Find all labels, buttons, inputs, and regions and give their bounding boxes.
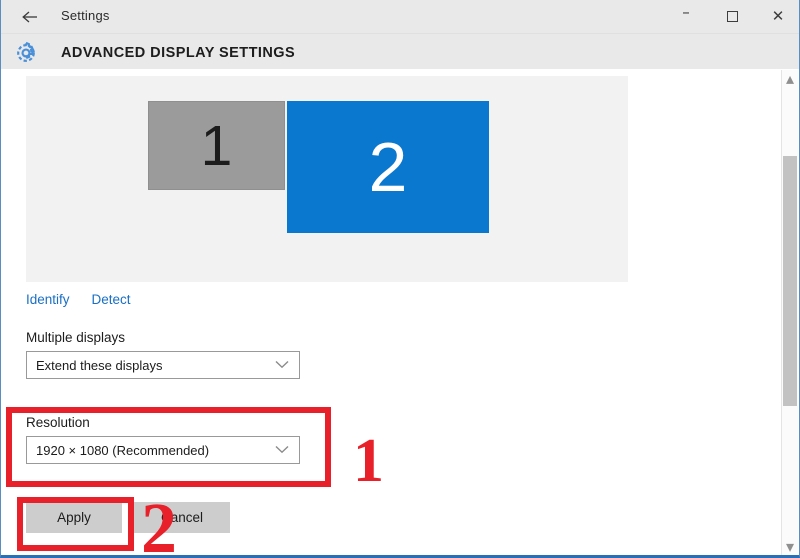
monitor-number-1: 1 — [201, 113, 233, 179]
maximize-button[interactable] — [709, 0, 755, 33]
scroll-down-arrow-icon[interactable]: ▾ — [782, 538, 798, 555]
display-arrangement-panel[interactable]: 1 2 — [26, 76, 628, 282]
close-icon: ✕ — [772, 9, 785, 24]
cancel-button[interactable]: Cancel — [134, 502, 230, 533]
back-arrow-icon — [20, 9, 40, 25]
resolution-value: 1920 × 1080 (Recommended) — [27, 443, 209, 458]
chevron-down-icon — [275, 356, 289, 374]
monitor-tile-1[interactable]: 1 — [148, 101, 285, 190]
window-title: Settings — [61, 8, 110, 23]
maximize-icon — [727, 11, 738, 22]
settings-window: Settings – ✕ ADVANCED DISPLAY SETTINGS — [0, 0, 800, 558]
multiple-displays-field: Multiple displays Extend these displays — [26, 330, 300, 379]
identify-link[interactable]: Identify — [26, 292, 70, 307]
page-title: ADVANCED DISPLAY SETTINGS — [61, 45, 295, 61]
close-button[interactable]: ✕ — [755, 0, 800, 33]
resolution-dropdown[interactable]: 1920 × 1080 (Recommended) — [26, 436, 300, 464]
multiple-displays-label: Multiple displays — [26, 330, 300, 345]
scrollbar-thumb[interactable] — [783, 156, 797, 406]
chevron-down-icon — [275, 441, 289, 459]
monitor-number-2: 2 — [369, 127, 408, 207]
resolution-field: Resolution 1920 × 1080 (Recommended) — [26, 415, 300, 464]
window-caption-buttons: – ✕ — [663, 0, 800, 33]
back-button[interactable] — [9, 2, 51, 32]
minimize-icon: – — [682, 5, 690, 20]
scroll-up-arrow-icon[interactable]: ▴ — [782, 70, 798, 87]
vertical-scrollbar[interactable]: ▴ ▾ — [781, 70, 798, 555]
gear-icon — [13, 40, 39, 66]
minimize-button[interactable]: – — [663, 0, 709, 33]
title-bar: Settings – ✕ — [1, 0, 800, 34]
multiple-displays-value: Extend these displays — [27, 358, 162, 373]
settings-content: 1 2 Identify Detect Multiple displays Ex… — [1, 70, 785, 555]
monitor-tile-2[interactable]: 2 — [287, 101, 489, 233]
page-header: ADVANCED DISPLAY SETTINGS — [1, 34, 800, 69]
resolution-label: Resolution — [26, 415, 300, 430]
display-actions: Identify Detect — [26, 292, 131, 307]
multiple-displays-dropdown[interactable]: Extend these displays — [26, 351, 300, 379]
action-buttons: Apply Cancel — [26, 502, 230, 533]
apply-button[interactable]: Apply — [26, 502, 122, 533]
detect-link[interactable]: Detect — [92, 292, 131, 307]
